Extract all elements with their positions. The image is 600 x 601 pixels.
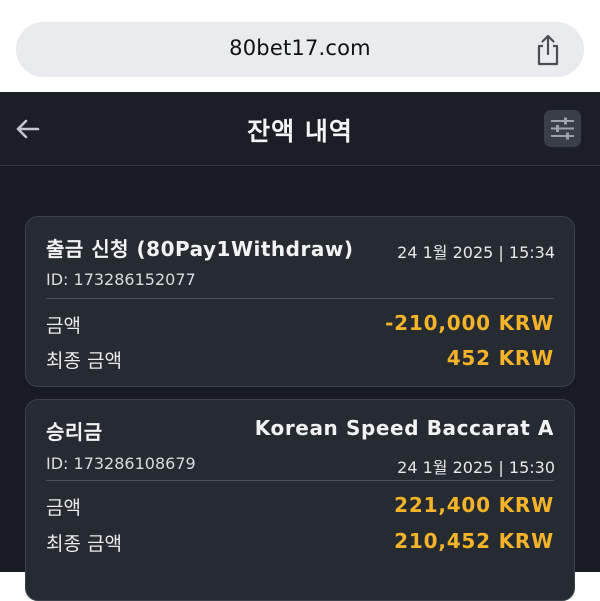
divider (46, 480, 554, 481)
amount-value: 221,400 KRW (394, 493, 554, 517)
url-text[interactable]: 80bet17.com (16, 36, 584, 60)
transaction-datetime: 24 1월 2025 | 15:34 (397, 243, 555, 262)
final-amount-value: 452 KRW (446, 346, 554, 370)
browser-bar: 80bet17.com (0, 0, 600, 92)
app-header: 잔액 내역 (0, 92, 600, 166)
transaction-datetime: 24 1월 2025 | 15:30 (397, 458, 555, 477)
amount-label: 금액 (46, 497, 81, 519)
divider (46, 298, 554, 299)
final-amount-value: 210,452 KRW (394, 529, 554, 553)
final-amount-label: 최종 금액 (46, 350, 122, 372)
game-name: Korean Speed Baccarat A (254, 416, 554, 440)
transaction-title: 승리금 (46, 420, 103, 444)
transaction-id: ID: 173286152077 (46, 270, 196, 289)
transaction-card[interactable]: 승리금 Korean Speed Baccarat A ID: 17328610… (25, 399, 575, 601)
transaction-id: ID: 173286108679 (46, 454, 196, 473)
amount-value: -210,000 KRW (385, 311, 554, 335)
address-bar[interactable]: 80bet17.com (16, 22, 584, 77)
share-icon[interactable] (534, 34, 562, 66)
amount-label: 금액 (46, 315, 81, 337)
final-amount-label: 최종 금액 (46, 533, 122, 555)
app-screen: 잔액 내역 출금 신청 (80Pay1Withdraw) 24 1월 2025 … (0, 92, 600, 601)
transaction-title: 출금 신청 (80Pay1Withdraw) (46, 237, 354, 261)
page-title: 잔액 내역 (247, 117, 353, 146)
filter-button[interactable] (544, 110, 581, 147)
transaction-card[interactable]: 출금 신청 (80Pay1Withdraw) 24 1월 2025 | 15:3… (25, 216, 575, 387)
filter-sliders-icon (551, 117, 574, 140)
